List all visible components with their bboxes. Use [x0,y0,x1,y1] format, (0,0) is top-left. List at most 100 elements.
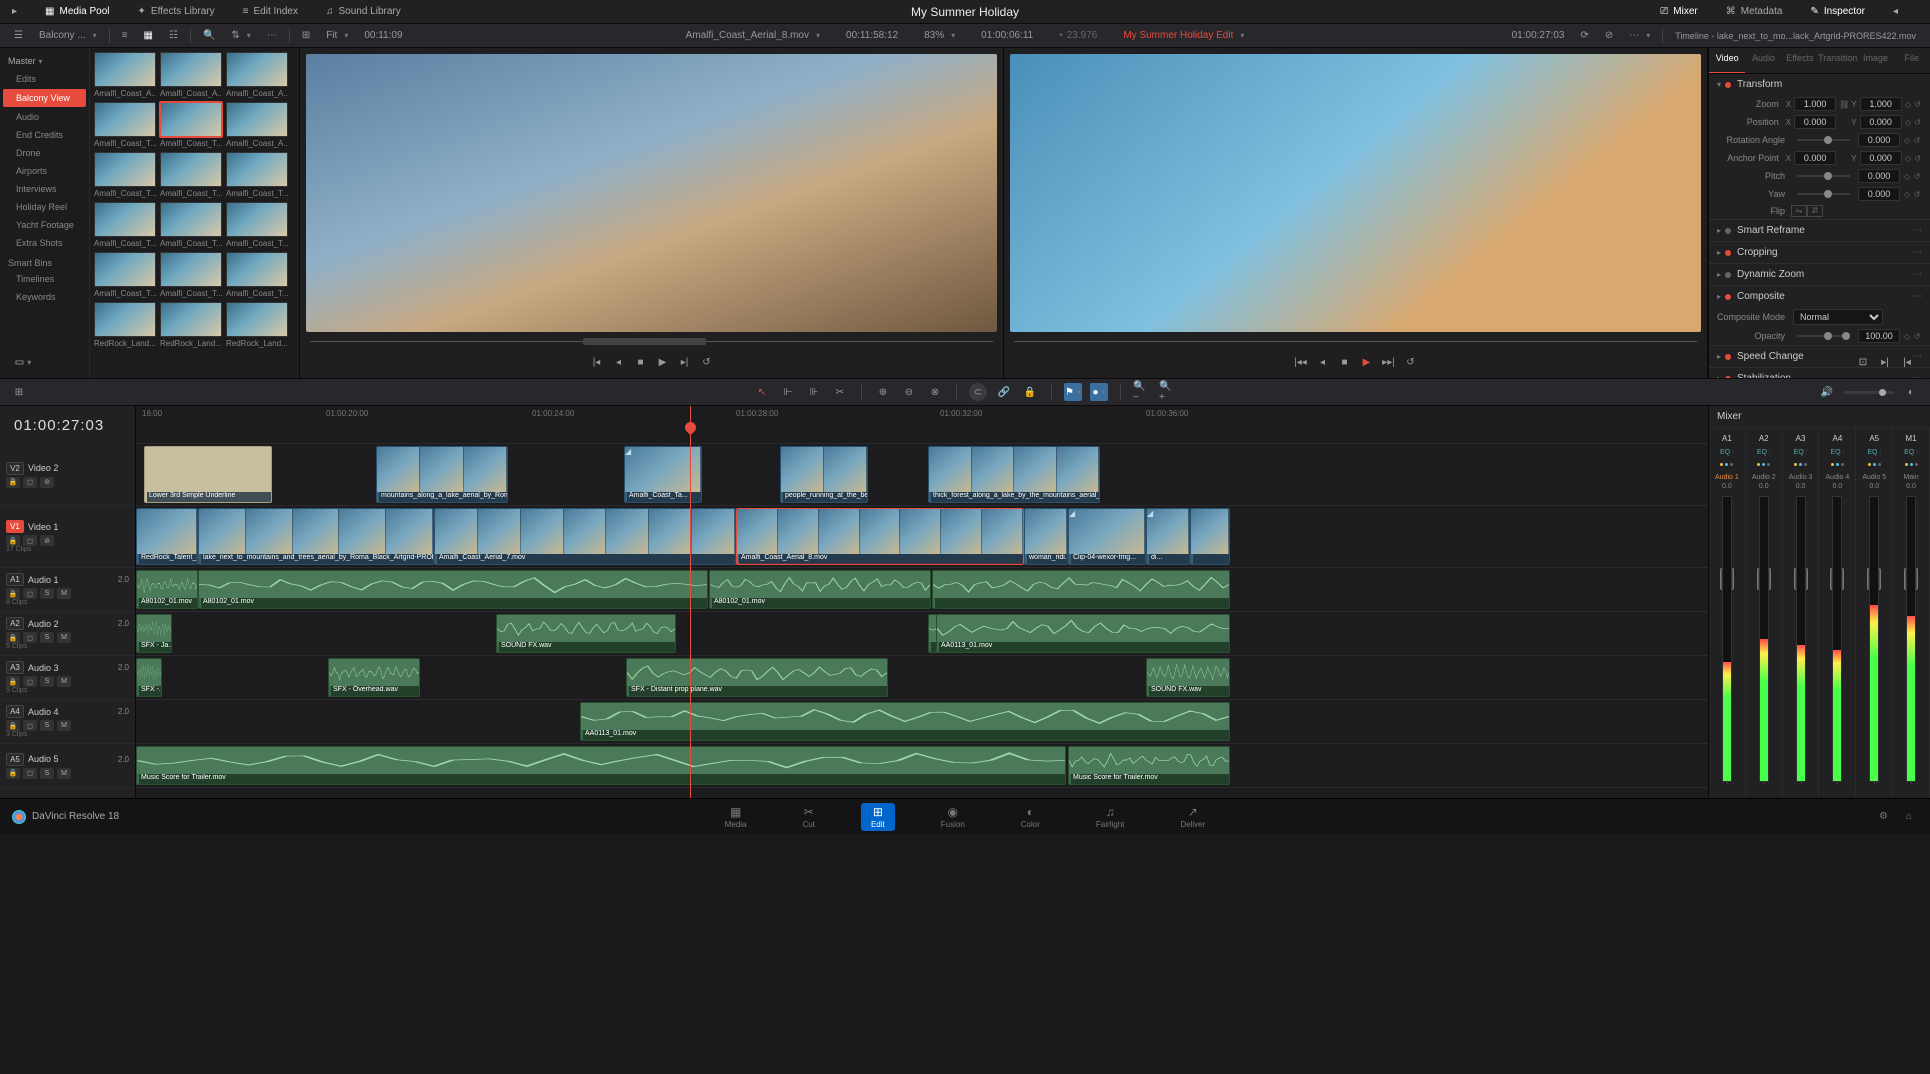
mixer-channel[interactable]: A2EQ ⫶ Audio 20.0 [1746,428,1783,798]
first-frame-icon[interactable]: |◂ [590,355,604,369]
timeline-track[interactable]: Lower 3rd Simple Underlinemountains_alon… [136,444,1708,506]
bin-item[interactable]: Edits [0,70,89,88]
transition-icon[interactable]: ◢ [1069,509,1079,519]
section-transform[interactable]: ▾Transform [1709,74,1930,95]
loop-icon[interactable]: ↺ [700,355,714,369]
audio-clip[interactable]: SFX - Ja... [136,614,172,653]
reset-icon[interactable]: ↺ [1913,118,1922,127]
video-clip[interactable] [1190,508,1230,565]
inspector-tab[interactable]: Video [1709,48,1745,73]
section-header[interactable]: ▸Cropping⋯ [1709,242,1930,263]
clip-thumbnail[interactable] [94,202,156,237]
stop-icon[interactable]: ■ [1338,355,1352,369]
reset-icon[interactable]: ↺ [1913,154,1922,163]
track-badge[interactable]: A3 [6,661,24,674]
composite-mode-select[interactable]: Normal [1793,309,1883,325]
video-clip[interactable]: Amalfi_Coast_Aerial_8.mov [736,508,1024,565]
source-screen[interactable] [306,54,997,332]
audio-clip[interactable]: SOUND FX.wav [1146,658,1230,697]
section-header[interactable]: ▸Composite⋯ [1709,286,1930,307]
volume-slider[interactable] [1844,391,1894,394]
video-clip[interactable]: mountains_along_a_lake_aerial_by_Roma... [376,446,508,503]
match-frame-icon[interactable]: ⊡ [1856,355,1870,369]
next-frame-icon[interactable]: ▸▸| [1382,355,1396,369]
smart-bin-item[interactable]: Timelines [0,270,89,288]
video-clip[interactable]: woman_ridi... [1024,508,1068,565]
source-clip-name[interactable]: Amalfi_Coast_Aerial_8.mov [678,30,828,41]
timeline-track[interactable]: AA0113_01.mov [136,700,1708,744]
rotation-slider[interactable] [1797,139,1850,141]
page-nav-item[interactable]: ⊞Edit [861,803,895,831]
bin-item[interactable]: Holiday Reel [0,198,89,216]
solo-button[interactable]: S [40,676,54,687]
audio-clip[interactable]: Music Score for Trailer.mov [136,746,1066,785]
pos-x-field[interactable] [1794,115,1836,129]
auto-select-icon[interactable]: ◻ [23,588,37,599]
bin-item[interactable]: Drone [0,144,89,162]
transition-icon[interactable]: ◢ [625,447,635,457]
btn-inspector[interactable]: ✎Inspector [1806,4,1869,19]
mute-button[interactable]: M [57,676,71,687]
track-badge[interactable]: A1 [6,573,24,586]
solo-button[interactable]: S [40,588,54,599]
mixer-channel[interactable]: A4EQ ⫶ Audio 40.0 [1819,428,1856,798]
lock-track-icon[interactable]: 🔒 [6,588,20,599]
track-header[interactable]: A1Audio 12.0 🔒◻SM8 Clips [0,568,135,612]
zoom-x-field[interactable] [1794,97,1836,111]
clip-thumbnail[interactable] [94,252,156,287]
pitch-slider[interactable] [1797,175,1850,177]
yaw-field[interactable] [1858,187,1900,201]
prev-frame-icon[interactable]: ◂ [612,355,626,369]
fit-dropdown[interactable]: Fit [318,30,356,41]
program-scrubber[interactable] [1014,336,1697,348]
auto-select-icon[interactable]: ◻ [23,720,37,731]
clip-thumbnail[interactable] [94,102,156,137]
clip-thumbnail[interactable] [226,252,288,287]
lock-track-icon[interactable]: 🔒 [6,632,20,643]
source-scrubber[interactable] [310,336,993,348]
solo-button[interactable]: S [40,768,54,779]
reset-icon[interactable]: ↺ [1912,332,1922,341]
anchor-y-field[interactable] [1860,151,1902,165]
track-badge[interactable]: A5 [6,753,24,766]
flip-h-icon[interactable]: ⇋ [1791,205,1807,217]
lock-track-icon[interactable]: 🔒 [6,535,20,546]
clip-thumbnail[interactable] [226,152,288,187]
audio-clip[interactable]: Cross FadeSFX - Distant prop plane.wav [626,658,888,697]
track-badge[interactable]: A4 [6,705,24,718]
clip-thumbnail[interactable] [160,152,222,187]
btn-media-pool[interactable]: ▦Media Pool [41,4,113,19]
bin-item[interactable]: Yacht Footage [0,216,89,234]
clip-thumbnail[interactable] [160,252,222,287]
audio-clip[interactable]: A80102_01.mov [136,570,198,609]
clip-thumbnail[interactable] [226,302,288,337]
layout-icon[interactable]: ⊞ [294,30,318,41]
keyframe-icon[interactable]: ◇ [1902,332,1912,341]
timeline-tracks[interactable]: 16:0001:00:20:0001:00:24:0001:00:28:0001… [136,406,1708,798]
clip-thumbnail[interactable] [94,52,156,87]
lock-track-icon[interactable]: 🔒 [6,768,20,779]
zoom-percentage[interactable]: 83% [916,30,963,41]
timeline-track[interactable]: A80102_01.movA80102_01.movA80102_01.mov [136,568,1708,612]
zoom-y-field[interactable] [1860,97,1902,111]
keyframe-icon[interactable]: ◇ [1902,172,1912,181]
clip-thumbnail[interactable] [160,202,222,237]
audio-clip[interactable]: SOUND FX.wav [496,614,676,653]
trim-tool-icon[interactable]: ⊩ [779,383,797,401]
snap-toggle-icon[interactable]: ⊂ [969,383,987,401]
audio-clip[interactable]: SFX - Overhead.wav [328,658,420,697]
inspector-tab[interactable]: File [1894,48,1930,73]
audio-clip[interactable]: A80102_01.mov [709,570,931,609]
view-grid-icon[interactable]: ▦ [136,30,161,41]
bin-item[interactable]: Airports [0,162,89,180]
lock-track-icon[interactable]: 🔒 [6,720,20,731]
lock-track-icon[interactable]: 🔒 [6,676,20,687]
timeline-track[interactable]: RedRock_Talent_3...lake_next_to_mountain… [136,506,1708,568]
keyframe-icon[interactable]: ◇ [1902,190,1912,199]
btn-mixer[interactable]: ⎚Mixer [1656,4,1701,19]
search-icon[interactable]: 🔍 [195,30,223,41]
smart-bin-item[interactable]: Keywords [0,288,89,306]
auto-select-icon[interactable]: ◻ [23,477,37,488]
lock-track-icon[interactable]: 🔒 [6,477,20,488]
section-header[interactable]: ▸Dynamic Zoom⋯ [1709,264,1930,285]
